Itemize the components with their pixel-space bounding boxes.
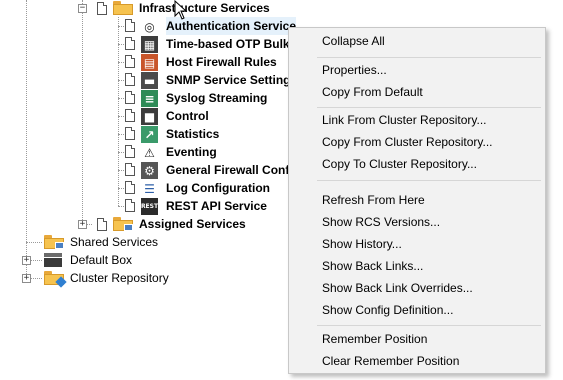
menu-separator <box>317 57 541 58</box>
menu-item-copy-from-default[interactable]: Copy From Default <box>322 81 423 103</box>
menu-item-remember-position[interactable]: Remember Position <box>322 328 427 350</box>
menu-item-copy-to-cluster[interactable]: Copy To Cluster Repository... <box>322 153 477 175</box>
syslog-icon: ≡ <box>141 90 158 107</box>
menu-item-show-history[interactable]: Show History... <box>322 233 402 255</box>
statistics-icon: ↗ <box>141 126 158 143</box>
tree-item-default-box[interactable]: Default Box <box>70 251 132 269</box>
rest-icon: REST <box>141 198 158 215</box>
config-tree[interactable]: − Infrastructure Services ◎ Authenticatio… <box>0 0 300 380</box>
document-icon <box>125 127 135 140</box>
menu-item-refresh-from-here[interactable]: Refresh From Here <box>322 189 425 211</box>
control-icon: ■ <box>141 108 158 125</box>
menu-item-link-from-cluster[interactable]: Link From Cluster Repository... <box>322 109 487 131</box>
document-icon <box>125 199 135 212</box>
document-icon <box>125 55 135 68</box>
folder-icon <box>44 271 67 288</box>
menu-item-show-back-links[interactable]: Show Back Links... <box>322 255 423 277</box>
document-icon <box>125 73 135 86</box>
fingerprint-icon: ◎ <box>141 18 158 35</box>
mouse-cursor-icon <box>174 0 188 20</box>
tree-item-shared-services[interactable]: Shared Services <box>70 233 158 251</box>
tree-item-cluster-repository[interactable]: Cluster Repository <box>70 269 169 287</box>
tree-guide-line <box>82 0 83 228</box>
menu-item-show-back-link-overrides[interactable]: Show Back Link Overrides... <box>322 277 473 299</box>
menu-item-copy-from-cluster[interactable]: Copy From Cluster Repository... <box>322 131 493 153</box>
collapse-toggle[interactable]: − <box>78 4 87 13</box>
document-icon <box>97 2 107 15</box>
log-icon: ☰ <box>141 180 158 197</box>
folder-icon <box>113 217 133 231</box>
menu-separator <box>317 325 541 326</box>
expand-toggle[interactable]: + <box>22 274 31 283</box>
document-icon <box>125 19 135 32</box>
tree-item-host-firewall-rules[interactable]: Host Firewall Rules <box>166 53 277 71</box>
menu-item-properties[interactable]: Properties... <box>322 59 387 81</box>
folder-icon <box>44 235 64 249</box>
tree-item-snmp-service-setting[interactable]: SNMP Service Setting <box>166 71 291 89</box>
tree-item-syslog-streaming[interactable]: Syslog Streaming <box>166 89 267 107</box>
document-icon <box>125 145 135 158</box>
document-icon <box>125 109 135 122</box>
menu-item-clear-remember-position[interactable]: Clear Remember Position <box>322 350 459 372</box>
expand-toggle[interactable]: + <box>22 256 31 265</box>
firewall-icon: ▤ <box>141 54 158 71</box>
firewall-config-icon: ⚙ <box>141 162 158 179</box>
document-icon <box>97 218 107 231</box>
tree-item-general-firewall-conf[interactable]: General Firewall Conf <box>166 161 289 179</box>
menu-item-show-rcs-versions[interactable]: Show RCS Versions... <box>322 211 440 233</box>
context-menu: Collapse All Properties... Copy From Def… <box>288 27 546 374</box>
menu-separator <box>317 107 541 108</box>
tree-item-eventing[interactable]: Eventing <box>166 143 217 161</box>
server-box-icon <box>44 253 62 267</box>
folder-icon <box>113 1 133 15</box>
tree-item-log-configuration[interactable]: Log Configuration <box>166 179 270 197</box>
document-icon <box>125 91 135 104</box>
menu-separator <box>317 180 541 181</box>
menu-item-collapse-all[interactable]: Collapse All <box>322 30 385 52</box>
tree-item-time-based-otp-bulk[interactable]: Time-based OTP Bulk <box>166 35 290 53</box>
otp-icon: ▦ <box>141 36 158 53</box>
menu-item-show-config-definition[interactable]: Show Config Definition... <box>322 299 453 321</box>
tree-item-rest-api-service[interactable]: REST API Service <box>166 197 267 215</box>
tree-item-control[interactable]: Control <box>166 107 209 125</box>
tree-guide-line <box>118 17 119 206</box>
expand-toggle[interactable]: + <box>78 220 87 229</box>
document-icon <box>125 37 135 50</box>
tree-item-assigned-services[interactable]: Assigned Services <box>139 215 246 233</box>
snmp-icon: ▬ <box>141 72 158 89</box>
document-icon <box>125 163 135 176</box>
tree-item-infrastructure-services[interactable]: Infrastructure Services <box>139 0 270 17</box>
document-icon <box>125 181 135 194</box>
tree-guide-line <box>26 0 27 282</box>
warning-icon: ⚠ <box>144 145 155 160</box>
tree-item-statistics[interactable]: Statistics <box>166 125 219 143</box>
